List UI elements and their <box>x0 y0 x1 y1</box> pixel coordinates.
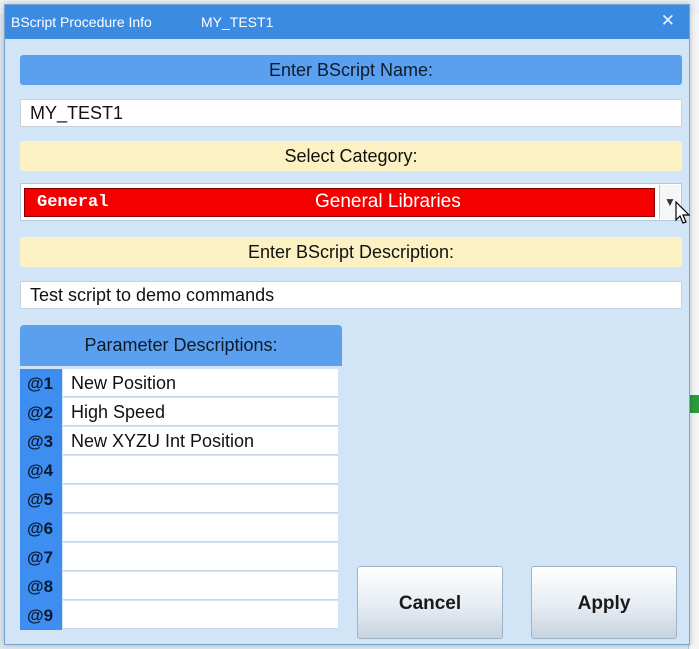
parameter-id: @8 <box>20 572 62 601</box>
dialog-title: BScript Procedure Info <box>11 14 152 30</box>
dialog-titlebar: BScript Procedure Info MY_TEST1 ✕ <box>5 5 689 39</box>
description-section-label: Enter BScript Description: <box>20 237 682 267</box>
description-input[interactable]: Test script to demo commands <box>20 281 682 309</box>
parameter-input[interactable]: New XYZU Int Position <box>63 427 338 455</box>
parameter-id: @2 <box>20 398 62 427</box>
name-section-label: Enter BScript Name: <box>20 55 682 85</box>
parameter-id: @4 <box>20 456 62 485</box>
cancel-button[interactable]: Cancel <box>357 566 503 639</box>
category-code: General <box>37 193 109 212</box>
parameter-id: @1 <box>20 369 62 398</box>
dialog-script-name: MY_TEST1 <box>201 14 274 30</box>
close-icon[interactable]: ✕ <box>661 11 675 31</box>
parameter-table: @1 New Position @2 High Speed @3 New XYZU I… <box>20 369 338 630</box>
parameter-row: @7 <box>20 543 338 572</box>
parameter-row: @6 <box>20 514 338 543</box>
parameter-input[interactable]: High Speed <box>63 398 338 426</box>
parameter-id: @5 <box>20 485 62 514</box>
parameter-descriptions-header: Parameter Descriptions: <box>20 325 342 366</box>
parameter-input[interactable] <box>63 601 338 629</box>
category-selected-value: General General Libraries <box>24 188 655 217</box>
parameter-id: @6 <box>20 514 62 543</box>
parameter-id: @3 <box>20 427 62 456</box>
parameter-row: @4 <box>20 456 338 485</box>
parameter-row: @8 <box>20 572 338 601</box>
parameter-input[interactable] <box>63 456 338 484</box>
category-label: General Libraries <box>315 191 461 212</box>
parameter-input[interactable] <box>63 572 338 600</box>
script-name-input[interactable]: MY_TEST1 <box>20 99 682 127</box>
parameter-id: @7 <box>20 543 62 572</box>
category-section-label: Select Category: <box>20 141 682 171</box>
mouse-pointer-icon <box>675 201 691 224</box>
parameter-row: @2 High Speed <box>20 398 338 427</box>
bscript-procedure-dialog: BScript Procedure Info MY_TEST1 ✕ Enter … <box>4 4 691 645</box>
category-select[interactable]: General General Libraries ▼ <box>20 183 682 221</box>
parameter-id: @9 <box>20 601 62 630</box>
parameter-input[interactable] <box>63 543 338 571</box>
parameter-input[interactable] <box>63 485 338 513</box>
apply-button[interactable]: Apply <box>531 566 677 639</box>
parameter-input[interactable] <box>63 514 338 542</box>
parameter-row: @9 <box>20 601 338 630</box>
background-status-indicator <box>690 395 699 413</box>
parameter-row: @1 New Position <box>20 369 338 398</box>
parameter-row: @5 <box>20 485 338 514</box>
parameter-row: @3 New XYZU Int Position <box>20 427 338 456</box>
parameter-input[interactable]: New Position <box>63 369 338 397</box>
